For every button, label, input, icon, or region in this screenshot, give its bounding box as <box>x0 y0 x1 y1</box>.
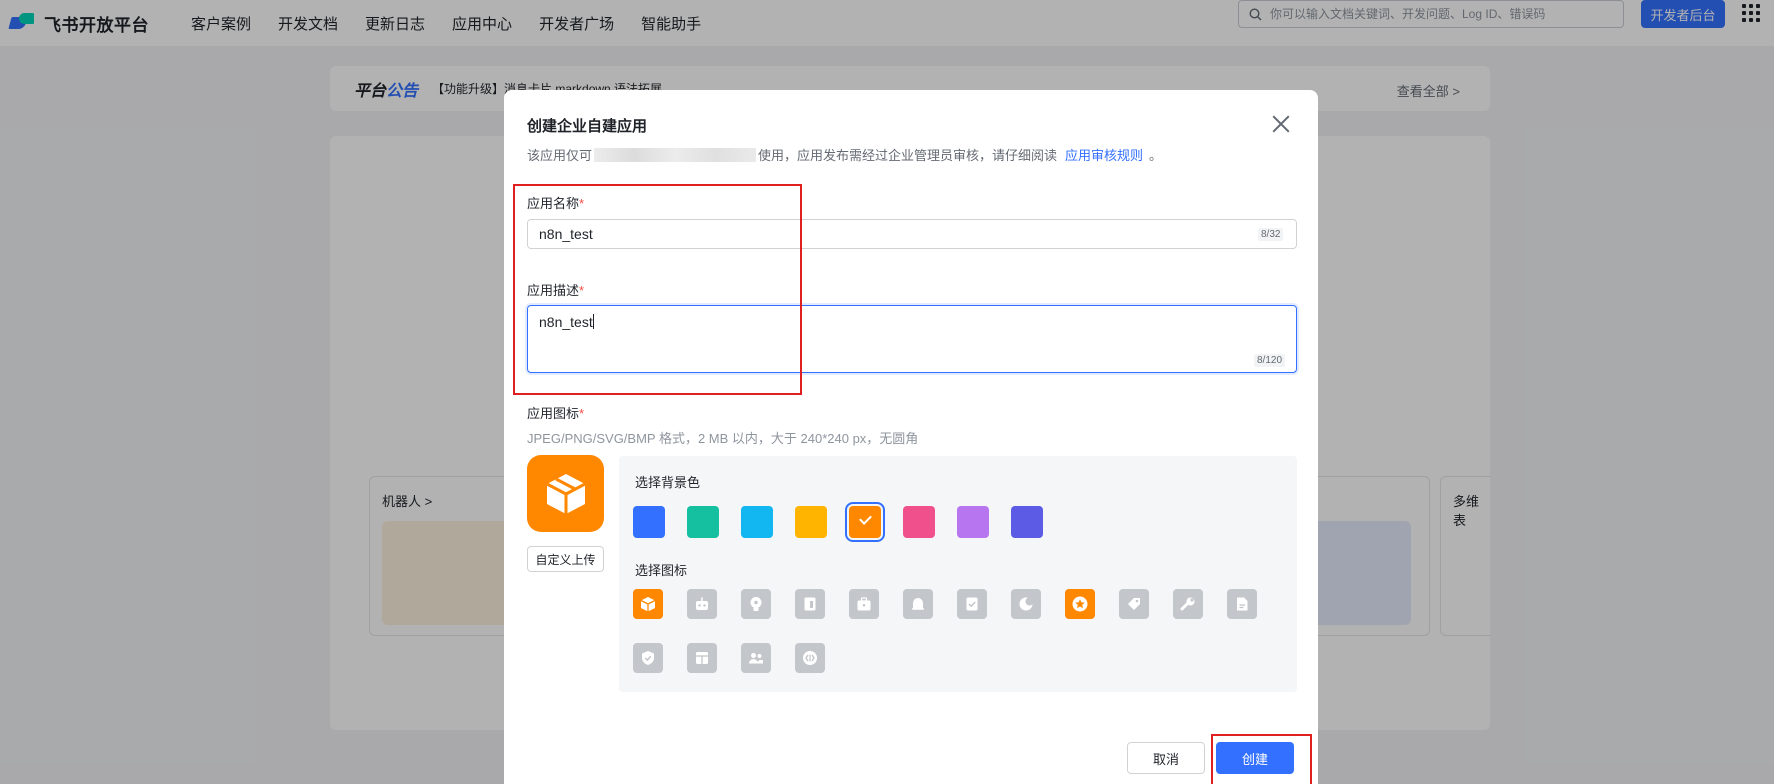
subtitle-period: 。 <box>1149 148 1163 163</box>
required-mark: * <box>579 283 585 298</box>
briefcase-icon <box>857 597 871 611</box>
bg-color-swatch-sky[interactable] <box>741 506 773 538</box>
icon-option-box[interactable] <box>633 589 663 619</box>
icon-option-robot[interactable] <box>687 589 717 619</box>
close-icon[interactable] <box>1271 114 1291 134</box>
subtitle-text-end: 使用，应用发布需经过企业管理员审核，请仔细阅读 <box>758 148 1058 163</box>
icon-option-shield[interactable] <box>633 643 663 673</box>
box-icon <box>545 473 586 514</box>
app-name-label: 应用名称* <box>527 196 585 211</box>
app-name-input[interactable] <box>539 226 1199 242</box>
required-mark: * <box>579 406 585 421</box>
bg-color-swatch-indigo[interactable] <box>1011 506 1043 538</box>
text-caret <box>592 314 594 329</box>
icon-option-bulb[interactable] <box>741 589 771 619</box>
bell-icon <box>912 598 924 610</box>
code-icon <box>803 651 817 665</box>
required-mark: * <box>579 196 585 211</box>
bg-color-swatch-teal[interactable] <box>687 506 719 538</box>
layout-icon <box>696 652 708 664</box>
icon-option-file[interactable] <box>1227 589 1257 619</box>
app-name-counter: 8/32 <box>1258 228 1284 241</box>
robot-icon <box>696 597 708 610</box>
icon-option-tag[interactable] <box>1119 589 1149 619</box>
icon-option-moon[interactable] <box>1011 589 1041 619</box>
star-icon <box>1072 596 1088 612</box>
document-icon <box>804 597 816 611</box>
icon-option-people[interactable] <box>741 643 771 673</box>
app-icon-label: 应用图标* <box>527 406 585 421</box>
app-desc-input[interactable]: n8n_test <box>539 314 594 330</box>
cancel-button[interactable]: 取消 <box>1127 742 1205 774</box>
create-button[interactable]: 创建 <box>1216 742 1294 774</box>
icon-option-code[interactable] <box>795 643 825 673</box>
icon-choice-label: 选择图标 <box>635 563 688 578</box>
icon-option-layout[interactable] <box>687 643 717 673</box>
icon-option-bell[interactable] <box>903 589 933 619</box>
moon-icon <box>1019 597 1034 611</box>
bg-color-swatch-purple[interactable] <box>957 506 989 538</box>
bg-color-swatch-yellow[interactable] <box>795 506 827 538</box>
people-icon <box>749 653 763 664</box>
icon-style-picker: 选择背景色 选择图标 <box>619 456 1297 692</box>
bulb-icon <box>750 597 762 611</box>
icon-option-briefcase[interactable] <box>849 589 879 619</box>
custom-upload-button[interactable]: 自定义上传 <box>527 546 604 572</box>
redacted-org-name <box>594 147 757 162</box>
app-desc-field[interactable]: n8n_test 8/120 <box>527 305 1297 373</box>
tag-icon <box>1128 598 1140 610</box>
review-rules-link[interactable]: 应用审核规则 <box>1065 145 1143 164</box>
app-desc-counter: 8/120 <box>1254 354 1286 367</box>
icon-option-checklist[interactable] <box>957 589 987 619</box>
bg-color-swatch-blue[interactable] <box>633 506 665 538</box>
file-icon <box>1237 597 1248 611</box>
checklist-icon <box>966 597 978 611</box>
icon-option-star[interactable] <box>1065 589 1095 619</box>
subtitle-text-start: 该应用仅可 <box>527 148 593 163</box>
bg-color-label: 选择背景色 <box>635 475 701 490</box>
dialog-title: 创建企业自建应用 <box>527 118 648 135</box>
icon-option-wrench[interactable] <box>1173 589 1203 619</box>
shield-icon <box>642 651 654 665</box>
icon-format-hint: JPEG/PNG/SVG/BMP 格式，2 MB 以内，大于 240*240 p… <box>527 431 919 446</box>
app-desc-label: 应用描述* <box>527 283 585 298</box>
create-app-dialog: 创建企业自建应用 该应用仅可 使用，应用发布需经过企业管理员审核，请仔细阅读 应… <box>504 90 1318 784</box>
dialog-subtitle: 该应用仅可 使用，应用发布需经过企业管理员审核，请仔细阅读 应用审核规则 。 <box>527 145 1162 164</box>
app-icon-preview <box>527 455 604 532</box>
bg-color-swatch-pink[interactable] <box>903 506 935 538</box>
icon-option-document[interactable] <box>795 589 825 619</box>
app-name-field[interactable]: 8/32 <box>527 219 1297 249</box>
bg-color-swatch-orange[interactable] <box>849 506 881 538</box>
box-icon <box>640 597 656 612</box>
wrench-icon <box>1180 597 1195 611</box>
